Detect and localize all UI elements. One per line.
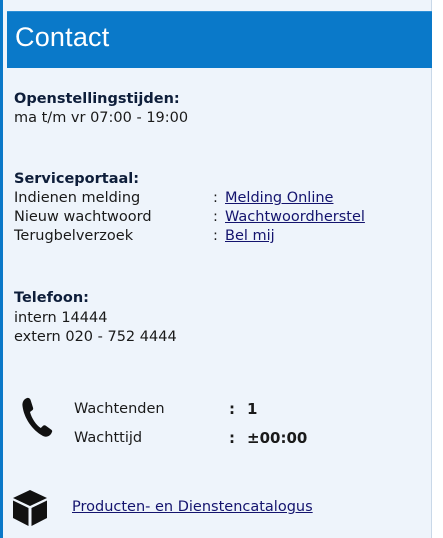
waiting-count: 1 [247,400,258,418]
wait-time-label: Wachttijd [74,430,143,446]
panel-header: Contact [7,11,432,68]
phone-extern: extern 020 - 752 4444 [14,329,177,345]
bel-mij-link[interactable]: Bel mij [225,228,275,245]
wait-time-sep: : [229,429,235,447]
box-icon [11,488,49,532]
service-label-melding: Indienen melding [14,190,141,206]
hours-value: ma t/m vr 07:00 - 19:00 [14,110,189,126]
phone-heading: Telefoon: [14,290,89,306]
melding-online-link[interactable]: Melding Online [225,190,333,207]
waiting-label: Wachtenden [74,401,165,417]
phone-icon [21,396,53,442]
contact-panel: Contact Openstellingstijden: ma t/m vr 0… [0,0,432,538]
phone-intern: intern 14444 [14,310,108,326]
service-sep: : [213,209,218,225]
service-heading: Serviceportaal: [14,171,140,187]
service-label-terugbel: Terugbelverzoek [14,228,134,244]
hours-heading: Openstellingstijden: [14,91,180,107]
service-sep: : [213,228,218,244]
panel-title: Contact [15,22,110,52]
service-label-wachtwoord: Nieuw wachtwoord [14,209,152,225]
catalog-link[interactable]: Producten- en Dienstencatalogus [72,499,313,516]
waiting-sep: : [229,400,235,418]
wachtwoordherstel-link[interactable]: Wachtwoordherstel [225,209,365,226]
service-sep: : [213,190,218,206]
wait-time-value: ±00:00 [247,429,308,447]
